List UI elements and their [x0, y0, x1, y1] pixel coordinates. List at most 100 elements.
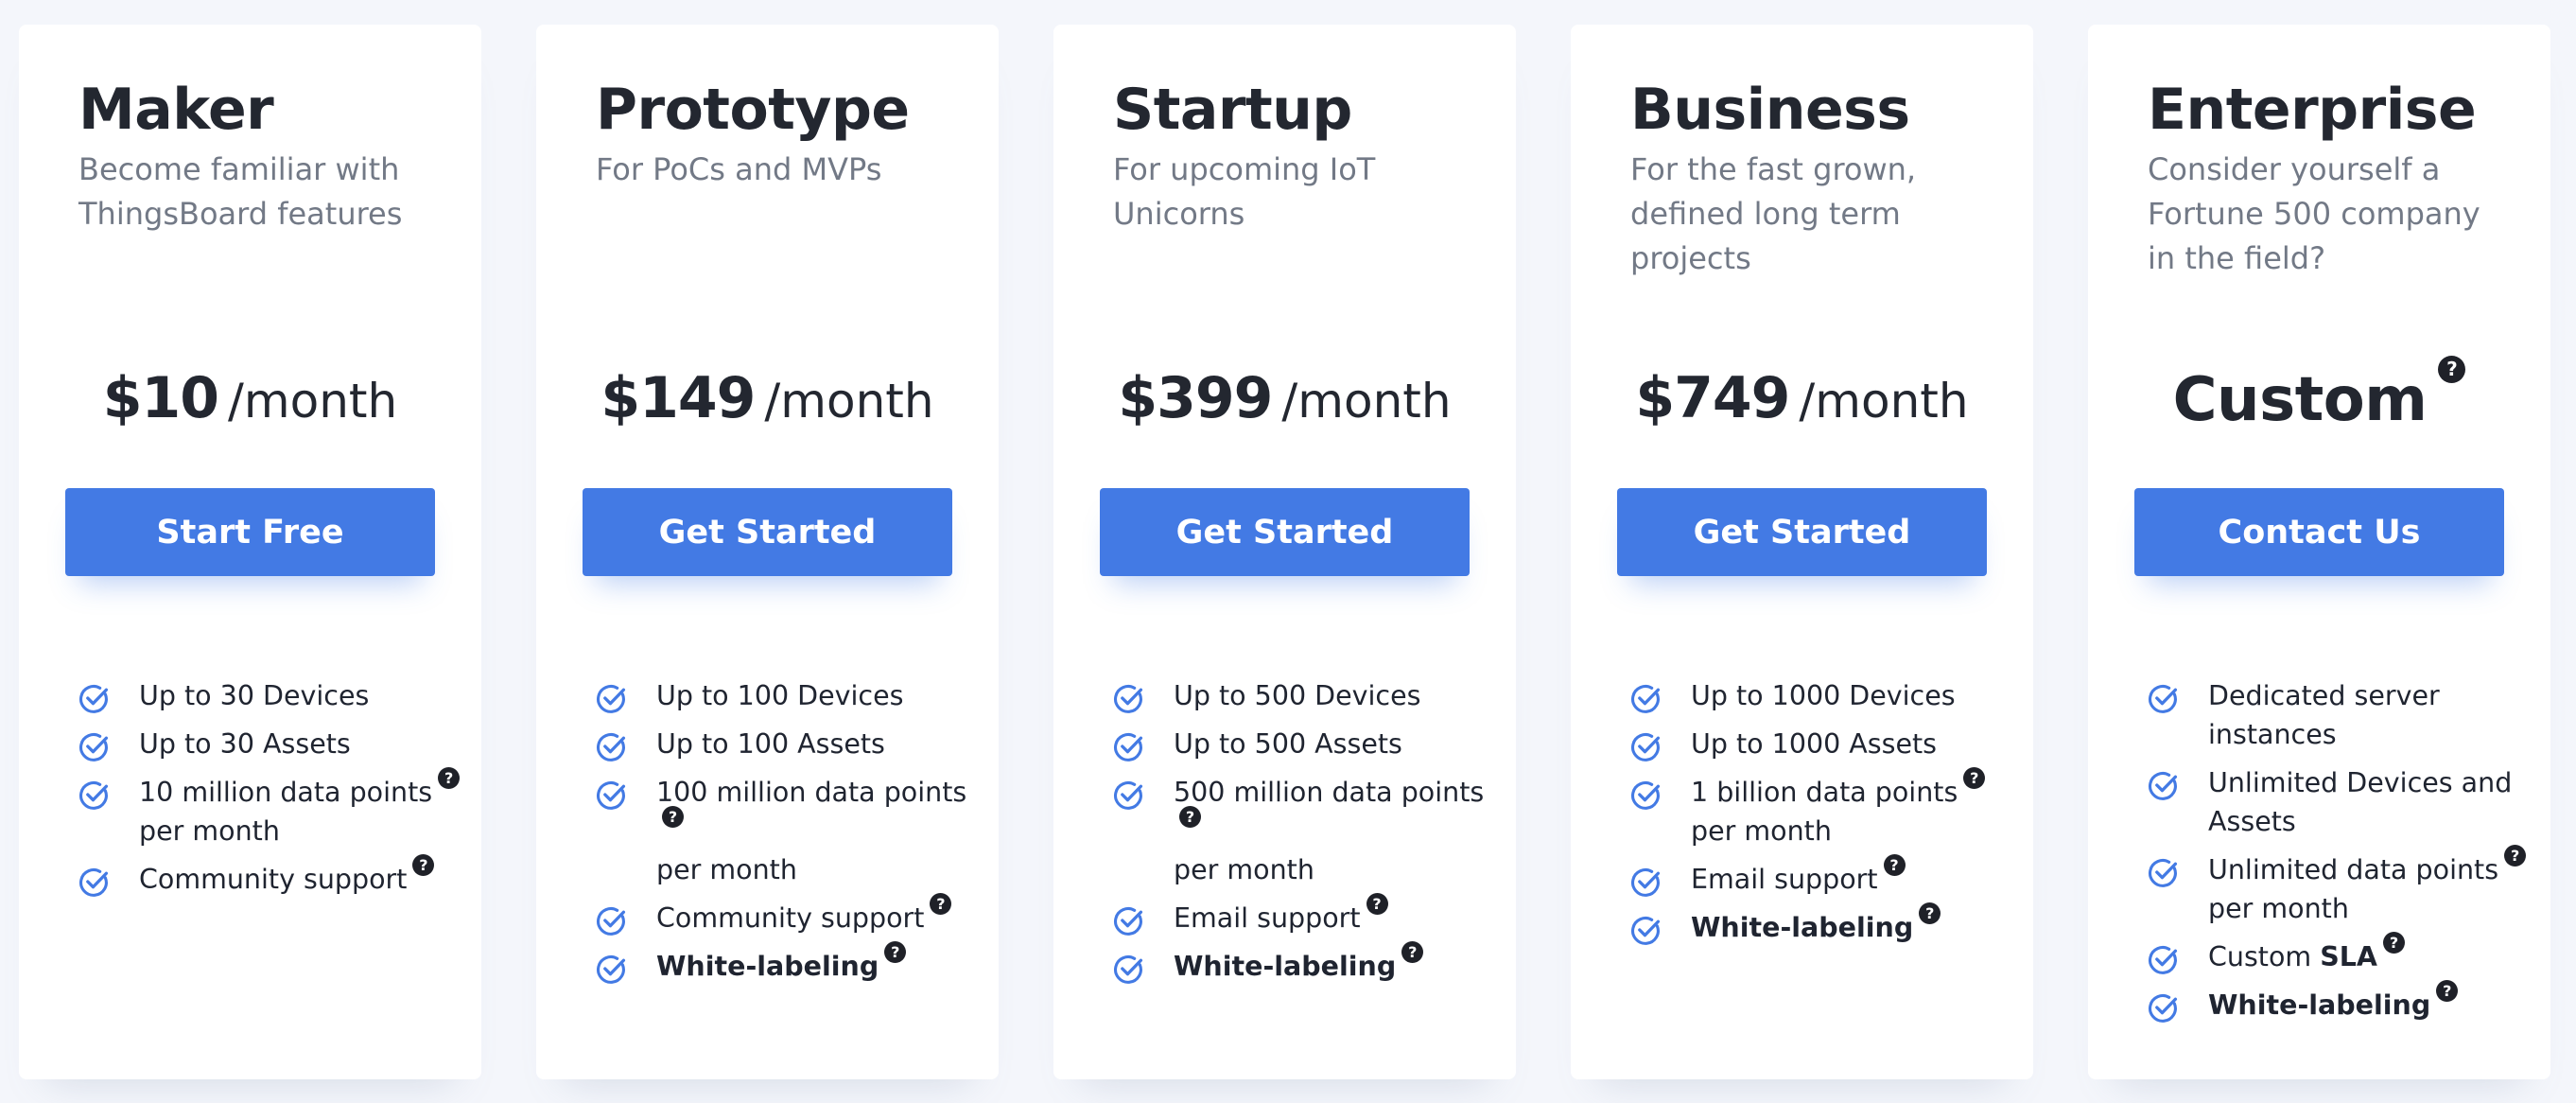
feature-text: Email support	[1174, 902, 1361, 934]
feature-subtext: per month	[1174, 854, 1314, 885]
feature-text: Unlimited Devices and Assets	[2208, 767, 2513, 837]
check-circle-icon	[597, 685, 626, 713]
price-amount: $399	[1118, 365, 1273, 431]
check-circle-icon	[79, 781, 109, 810]
price: $149/month	[536, 365, 999, 479]
check-circle-icon	[1631, 868, 1661, 897]
feature-item: Up to 500 Assets	[1113, 725, 1501, 763]
help-icon[interactable]: ?	[884, 941, 907, 963]
help-icon[interactable]: ?	[2383, 932, 2405, 954]
price: $749/month	[1571, 365, 2033, 479]
feature-text: Community support	[656, 902, 925, 934]
feature-text-bold: SLA	[2320, 941, 2377, 972]
start-free-button[interactable]: Start Free	[65, 488, 435, 576]
plan-description: Become familiar with ThingsBoard feature…	[78, 151, 403, 232]
help-icon[interactable]: ?	[2504, 845, 2527, 867]
feature-text: Up to 30 Assets	[139, 728, 351, 760]
help-icon[interactable]: ?	[1366, 893, 1388, 915]
plan-card-maker: Maker Become familiar with ThingsBoard f…	[19, 25, 481, 1079]
price: $399/month	[1053, 365, 1516, 479]
check-circle-icon	[1114, 955, 1143, 984]
get-started-button[interactable]: Get Started	[583, 488, 952, 576]
feature-item: Unlimited data points? per month	[2148, 845, 2535, 928]
price-amount: $749	[1635, 365, 1790, 431]
feature-item: 10 million data points? per month	[78, 767, 466, 850]
feature-item: Up to 500 Devices	[1113, 676, 1501, 715]
help-icon[interactable]: ?	[2436, 980, 2459, 1002]
help-icon[interactable]: ?	[412, 854, 435, 876]
feature-list: Up to 500 Devices Up to 500 Assets 500 m…	[1113, 676, 1501, 995]
contact-us-button[interactable]: Contact Us	[2134, 488, 2504, 576]
plan-description: For PoCs and MVPs	[596, 151, 882, 187]
feature-item: 1 billion data points? per month	[1630, 767, 2018, 850]
feature-item: Dedicated server instances	[2148, 676, 2535, 754]
feature-item: Up to 30 Assets	[78, 725, 466, 763]
feature-text: Up to 100 Devices	[656, 680, 904, 711]
check-circle-icon	[1114, 781, 1143, 810]
help-icon[interactable]: ?	[2438, 356, 2466, 383]
check-circle-icon	[1114, 907, 1143, 936]
feature-item: Up to 1000 Devices	[1630, 676, 2018, 715]
feature-list: Dedicated server instances Unlimited Dev…	[2148, 676, 2535, 1034]
feature-text: Up to 30 Devices	[139, 680, 370, 711]
help-icon[interactable]: ?	[930, 893, 952, 915]
plan-name: Prototype	[596, 77, 910, 143]
plan-name: Enterprise	[2148, 77, 2477, 143]
price: Custom?	[2088, 356, 2550, 479]
get-started-button[interactable]: Get Started	[1617, 488, 1987, 576]
feature-list: Up to 30 Devices Up to 30 Assets 10 mill…	[78, 676, 466, 908]
price-period: /month	[228, 374, 398, 429]
price-amount: $149	[600, 365, 756, 431]
help-icon[interactable]: ?	[1883, 854, 1906, 876]
check-circle-icon	[2149, 859, 2178, 887]
check-circle-icon	[2149, 946, 2178, 974]
feature-text: Up to 500 Assets	[1174, 728, 1402, 760]
feature-item: Up to 1000 Assets	[1630, 725, 2018, 763]
feature-text: Up to 1000 Assets	[1691, 728, 1938, 760]
price-period: /month	[1281, 374, 1452, 429]
feature-item: Up to 30 Devices	[78, 676, 466, 715]
plan-card-prototype: Prototype For PoCs and MVPs $149/month G…	[536, 25, 999, 1079]
check-circle-icon	[1631, 685, 1661, 713]
feature-item: Unlimited Devices and Assets	[2148, 763, 2535, 841]
check-circle-icon	[1631, 781, 1661, 810]
feature-item: White-labeling?	[1113, 941, 1501, 986]
plan-description: Consider yourself a Fortune 500 company …	[2148, 151, 2480, 276]
feature-text: Custom	[2208, 941, 2312, 972]
feature-subtext: per month	[2208, 893, 2349, 924]
help-icon[interactable]: ?	[1401, 941, 1424, 963]
feature-text: 1 billion data points	[1691, 777, 1958, 808]
check-circle-icon	[1631, 917, 1661, 945]
feature-item: Up to 100 Assets	[596, 725, 983, 763]
feature-item: Community support?	[596, 893, 983, 937]
feature-item: Community support?	[78, 854, 466, 899]
help-icon[interactable]: ?	[1963, 767, 1986, 789]
feature-item: White-labeling?	[2148, 980, 2535, 1024]
check-circle-icon	[1631, 733, 1661, 762]
plan-card-startup: Startup For upcoming IoT Unicorns $399/m…	[1053, 25, 1516, 1079]
check-circle-icon	[597, 781, 626, 810]
feature-text: Up to 500 Devices	[1174, 680, 1421, 711]
feature-list: Up to 1000 Devices Up to 1000 Assets 1 b…	[1630, 676, 2018, 956]
price-period: /month	[764, 374, 934, 429]
feature-item: 100 million data points? per month	[596, 773, 983, 889]
plan-name: Business	[1630, 77, 1910, 143]
feature-text: Email support	[1691, 864, 1878, 895]
plan-card-business: Business For the fast grown, defined lon…	[1571, 25, 2033, 1079]
help-icon[interactable]: ?	[438, 767, 461, 789]
plan-name: Startup	[1113, 77, 1352, 143]
check-circle-icon	[597, 907, 626, 936]
feature-subtext: per month	[139, 815, 280, 847]
help-icon[interactable]: ?	[1179, 806, 1201, 828]
pricing-cards: Maker Become familiar with ThingsBoard f…	[19, 25, 2550, 1079]
check-circle-icon	[1114, 733, 1143, 762]
help-icon[interactable]: ?	[1919, 902, 1941, 924]
feature-text: 100 million data points	[656, 777, 967, 808]
feature-text: Up to 1000 Devices	[1691, 680, 1956, 711]
plan-description: For upcoming IoT Unicorns	[1113, 151, 1376, 232]
help-icon[interactable]: ?	[662, 806, 684, 828]
price: $10/month	[19, 365, 481, 479]
get-started-button[interactable]: Get Started	[1100, 488, 1470, 576]
check-circle-icon	[79, 868, 109, 897]
feature-text: Unlimited data points	[2208, 854, 2499, 885]
